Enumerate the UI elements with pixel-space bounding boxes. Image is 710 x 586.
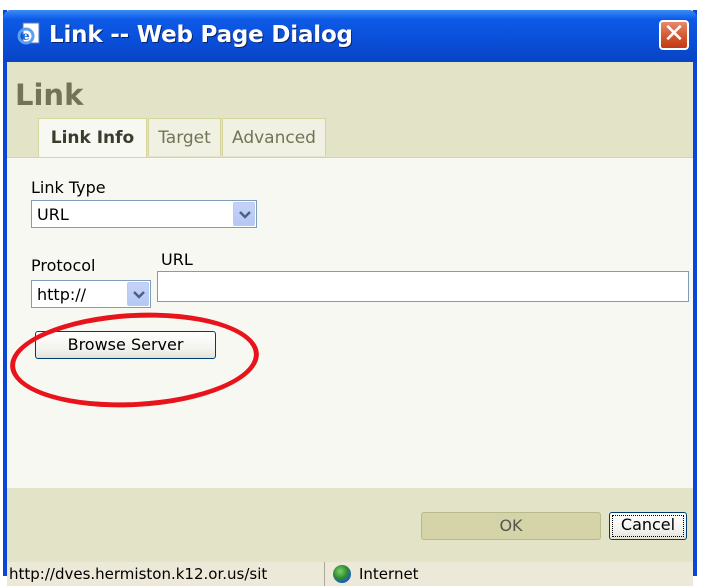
protocol-value: http://: [37, 285, 87, 304]
svg-text:e: e: [22, 29, 30, 43]
chevron-down-icon[interactable]: [127, 282, 149, 306]
dialog-header: Link Link Info Target Advanced: [7, 62, 693, 159]
tab-advanced[interactable]: Advanced: [222, 118, 326, 156]
status-bar: http://dves.hermiston.k12.or.us/sit Inte…: [7, 562, 693, 586]
status-url: http://dves.hermiston.k12.or.us/sit: [7, 562, 325, 586]
tab-link-info[interactable]: Link Info: [38, 118, 147, 159]
protocol-label: Protocol: [31, 256, 96, 275]
close-button[interactable]: ✕: [659, 20, 689, 50]
url-input[interactable]: [157, 271, 689, 302]
ie-page-icon: e: [17, 22, 40, 45]
dialog-content: Link Link Info Target Advanced Link Type…: [7, 62, 693, 562]
link-type-value: URL: [37, 205, 69, 224]
ok-button[interactable]: OK: [421, 512, 601, 540]
link-type-select[interactable]: URL: [31, 200, 257, 228]
url-label: URL: [161, 250, 193, 269]
dialog-footer: OK Cancel: [7, 488, 693, 562]
tab-target[interactable]: Target: [148, 118, 221, 156]
title-bar[interactable]: e Link -- Web Page Dialog ✕: [3, 10, 697, 62]
dialog-title: Link: [15, 78, 84, 112]
protocol-select[interactable]: http://: [31, 280, 151, 308]
link-type-label: Link Type: [31, 178, 106, 197]
chevron-down-icon[interactable]: [233, 202, 255, 226]
cancel-button[interactable]: Cancel: [609, 512, 687, 540]
window-title: Link -- Web Page Dialog: [49, 22, 353, 48]
globe-icon: [333, 565, 351, 583]
dialog-window: e Link -- Web Page Dialog ✕ Link Link In…: [3, 10, 697, 586]
security-zone-label: Internet: [359, 565, 419, 583]
